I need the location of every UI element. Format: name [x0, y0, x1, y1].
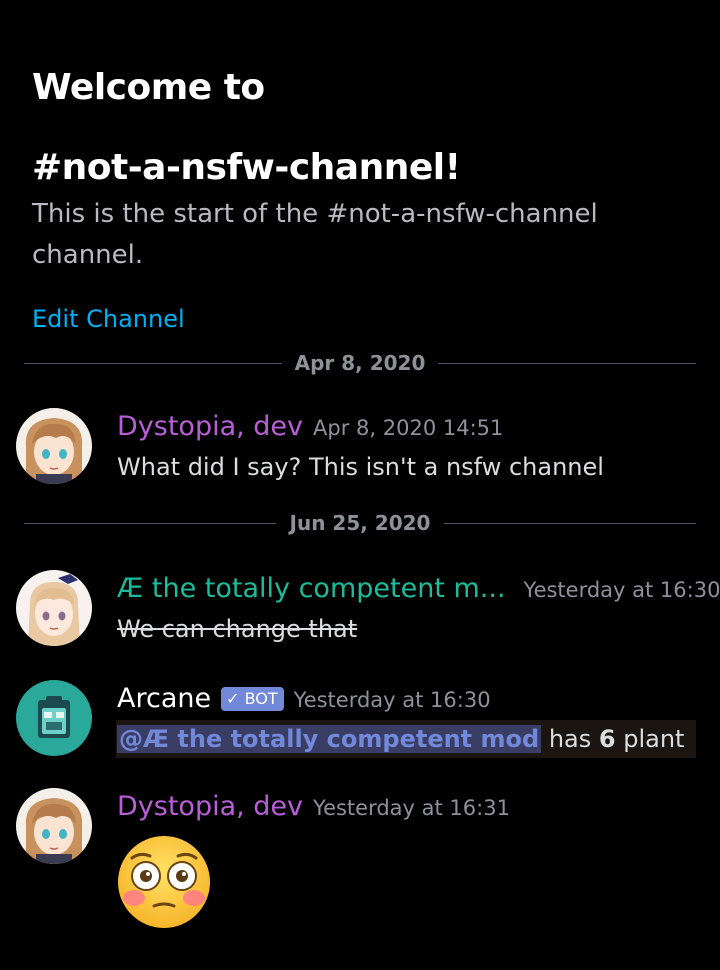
timestamp: Yesterday at 16:30: [293, 688, 491, 712]
welcome-title-line2: #not-a-nsfw-channel!: [32, 147, 461, 188]
message-text: plant: [615, 725, 685, 753]
date-divider: Jun 25, 2020: [24, 508, 696, 538]
timestamp: Yesterday at 16:30: [523, 578, 720, 602]
message-content: What did I say? This isn't a nsfw channe…: [117, 453, 604, 481]
username[interactable]: Dystopia, dev: [117, 411, 303, 442]
bot-badge: ✓ BOT: [221, 687, 284, 711]
message-header: Dystopia, dev Apr 8, 2020 14:51: [117, 408, 503, 446]
message-item: Æ the totally competent m... Yesterday at…: [16, 570, 720, 650]
plant-count: 6: [598, 725, 616, 753]
welcome-subtitle: This is the start of the #not-a-nsfw-cha…: [32, 199, 598, 270]
divider-line: [438, 363, 696, 364]
welcome-title-line1: Welcome to: [32, 67, 265, 108]
bot-avatar[interactable]: [16, 680, 92, 756]
anime-avatar-icon: [16, 788, 92, 864]
edit-channel-link[interactable]: Edit Channel: [32, 302, 185, 336]
user-avatar[interactable]: [16, 788, 92, 864]
message-item: Arcane ✓ BOT Yesterday at 16:30 @Æ the tot…: [16, 680, 706, 770]
message-header: Arcane ✓ BOT Yesterday at 16:30: [117, 680, 491, 718]
bot-avatar-icon: [16, 680, 92, 756]
bot-badge-label: BOT: [244, 689, 278, 708]
checkmark-icon: ✓: [226, 689, 240, 708]
user-mention[interactable]: @Æ the totally competent mod: [117, 725, 542, 753]
user-avatar[interactable]: [16, 570, 92, 646]
username[interactable]: Æ the totally competent m...: [117, 573, 506, 604]
anime-avatar-icon: [16, 570, 92, 646]
divider-line: [444, 523, 696, 524]
welcome-title: Welcome to #not-a-nsfw-channel!: [32, 48, 692, 208]
message-text: has: [541, 725, 599, 753]
message-item: Dystopia, dev Apr 8, 2020 14:51 What did …: [16, 408, 706, 488]
message-content: We can change that: [117, 615, 358, 643]
message-header: Æ the totally competent m... Yesterday at…: [117, 570, 720, 608]
timestamp: Apr 8, 2020 14:51: [313, 416, 504, 440]
user-avatar[interactable]: [16, 408, 92, 484]
message-header: Dystopia, dev Yesterday at 16:31: [117, 788, 510, 826]
username[interactable]: Arcane: [117, 683, 211, 714]
flushed-face-emoji[interactable]: [116, 834, 212, 930]
timestamp: Yesterday at 16:31: [313, 796, 510, 820]
message-content: @Æ the totally competent mod has 6 plant: [117, 722, 684, 756]
anime-avatar-icon: [16, 408, 92, 484]
username[interactable]: Dystopia, dev: [117, 791, 303, 822]
date-divider: Apr 8, 2020: [24, 348, 696, 378]
